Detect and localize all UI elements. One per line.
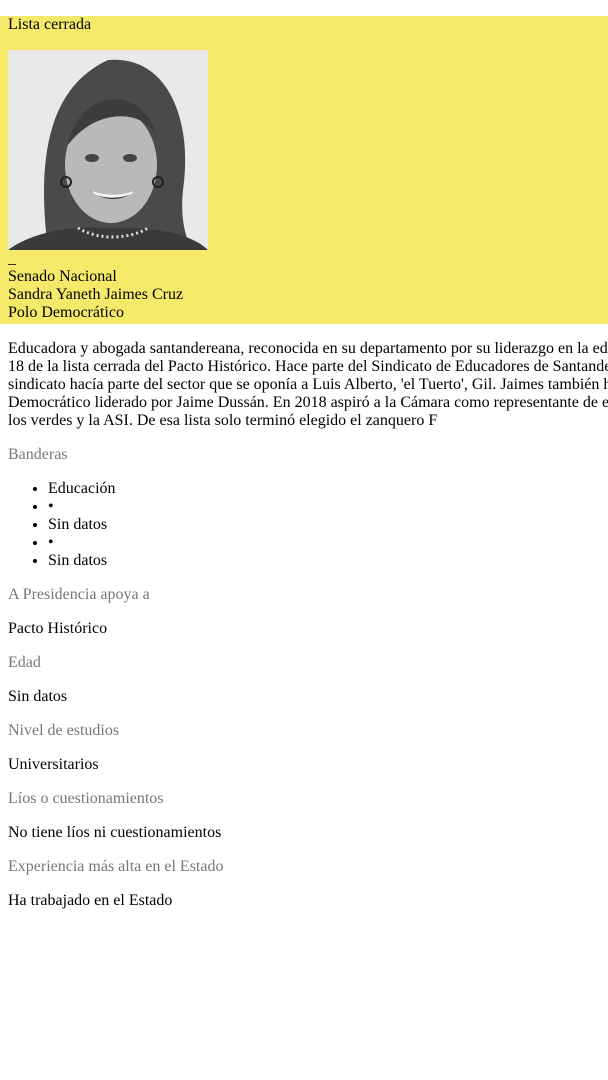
edad-label: Edad <box>8 654 41 671</box>
banderas-label: Banderas <box>8 446 68 463</box>
list-item: • <box>48 534 608 552</box>
estudios-value: Universitarios <box>8 756 99 773</box>
experiencia-label: Experiencia más alta en el Estado <box>8 858 224 875</box>
candidate-photo <box>8 50 208 250</box>
bio-line: 18 de la lista cerrada del Pacto Históri… <box>8 358 608 375</box>
bio-line: sindicato hacía parte del sector que se … <box>8 376 608 393</box>
presidencia-value: Pacto Histórico <box>8 620 108 637</box>
candidate-header: Lista cerrada _ Senado Nacional Sandra Y… <box>0 16 608 324</box>
experiencia-value: Ha trabajado en el Estado <box>8 892 173 909</box>
list-item: Sin datos <box>48 552 608 570</box>
estudios-label: Nivel de estudios <box>8 722 120 739</box>
banderas-list: Educación • Sin datos • Sin datos <box>8 480 608 570</box>
list-type: Lista cerrada <box>8 16 92 33</box>
presidencia-label: A Presidencia apoya a <box>8 586 150 603</box>
chamber: Senado Nacional <box>8 268 117 285</box>
edad-value: Sin datos <box>8 688 68 705</box>
candidate-name: Sandra Yaneth Jaimes Cruz <box>8 286 184 303</box>
portrait-image <box>8 50 208 250</box>
biography: Educadora y abogada santandereana, recon… <box>8 340 608 430</box>
bio-line: los verdes y la ASI. De esa lista solo t… <box>8 412 438 429</box>
lios-value: No tiene líos ni cuestionamientos <box>8 824 222 841</box>
party: Polo Democrático <box>8 304 124 321</box>
candidate-card: Lista cerrada _ Senado Nacional Sandra Y… <box>0 0 608 910</box>
lios-label: Líos o cuestionamientos <box>8 790 164 807</box>
bio-line: Democrático liderado por Jaime Dussán. E… <box>8 394 608 411</box>
photo-caption-dash: _ <box>8 250 16 267</box>
bio-line: Educadora y abogada santandereana, recon… <box>8 340 608 357</box>
list-item: Sin datos <box>48 516 608 534</box>
list-item: • <box>48 498 608 516</box>
list-item: Educación <box>48 480 608 498</box>
